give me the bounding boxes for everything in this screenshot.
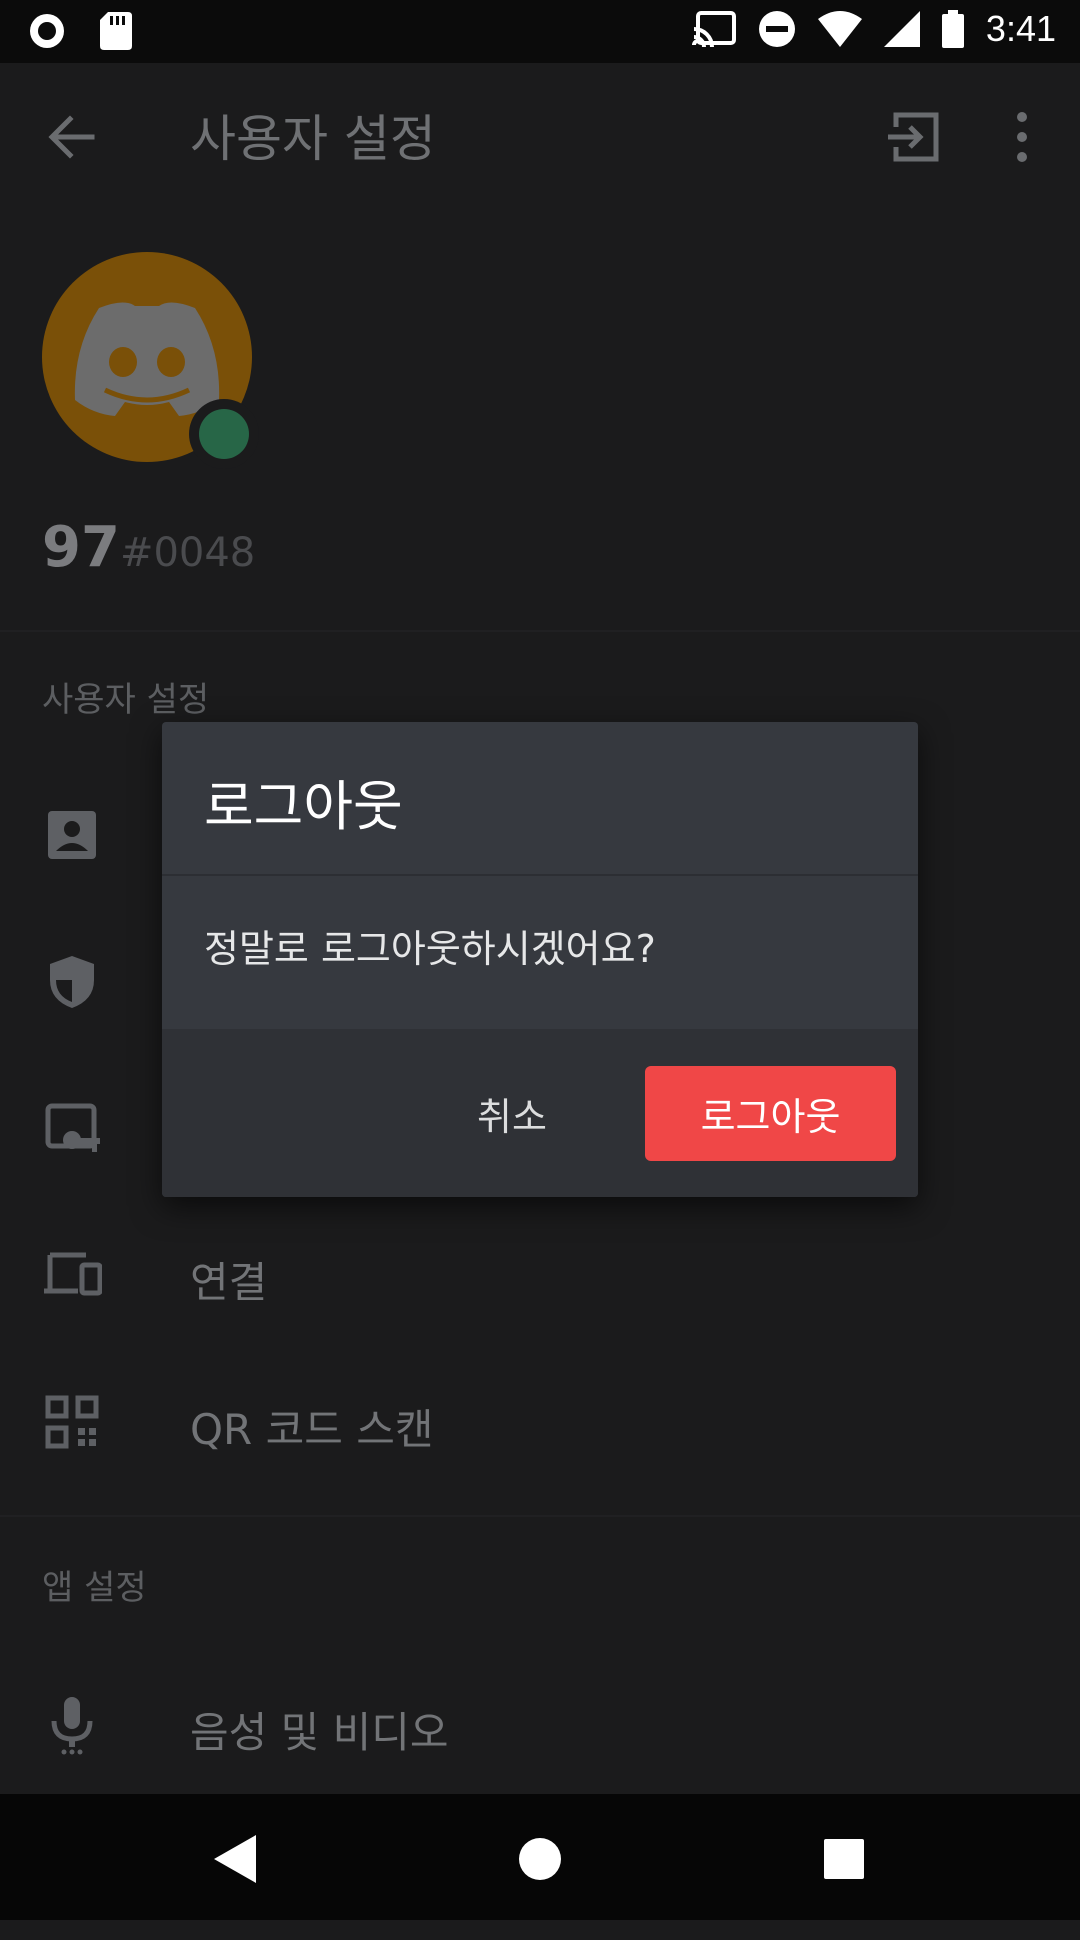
app-bar: 사용자 설정 [0, 63, 1080, 210]
battery-icon [941, 10, 964, 48]
cast-icon [691, 11, 736, 47]
back-triangle-icon [214, 1835, 256, 1883]
arrow-back-icon [48, 115, 95, 159]
nav-recents-button[interactable] [809, 1824, 879, 1894]
dialog-message: 정말로 로그아웃하시겠어요? [204, 927, 656, 971]
section-header-app-settings: 앱 설정 [42, 1568, 147, 1608]
more-options-button[interactable] [1000, 107, 1044, 167]
recents-square-icon [824, 1839, 864, 1879]
list-item-voice-video[interactable]: 음성 및 비디오 [0, 1655, 1080, 1795]
page-title: 사용자 설정 [190, 110, 436, 168]
home-circle-icon [519, 1838, 561, 1880]
qr-code-icon [45, 1395, 99, 1449]
more-vert-icon [1017, 112, 1027, 162]
list-item-connections[interactable]: 연결 [0, 1205, 1080, 1345]
list-item-qr-scan[interactable]: QR 코드 스캔 [0, 1352, 1080, 1492]
username-name: 97 [42, 515, 120, 580]
wifi-icon [817, 11, 862, 47]
section-divider [0, 1515, 1080, 1517]
username-discriminator: #0048 [119, 530, 256, 576]
system-nav-bar [0, 1794, 1080, 1920]
list-item-label: QR 코드 스캔 [190, 1405, 434, 1454]
section-divider [0, 630, 1080, 632]
username: 97#0048 [42, 515, 255, 580]
logout-icon [888, 112, 939, 162]
status-bar: 3:41 [0, 0, 1080, 63]
dialog-footer: 취소 로그아웃 [162, 1029, 918, 1197]
dialog-title: 로그아웃 [204, 775, 403, 838]
do-not-disturb-icon [758, 11, 795, 47]
logout-dialog: 로그아웃 정말로 로그아웃하시겠어요? 취소 로그아웃 [162, 722, 918, 1197]
microphone-icon [51, 1697, 93, 1755]
discord-logo-icon [74, 302, 220, 416]
nav-home-button[interactable] [505, 1824, 575, 1894]
logout-icon-button[interactable] [882, 107, 942, 167]
status-right-icons: 3:41 [691, 8, 1056, 50]
devices-icon [44, 1252, 102, 1296]
back-button[interactable] [42, 107, 102, 167]
section-header-user-settings: 사용자 설정 [42, 680, 210, 720]
shield-icon [50, 956, 94, 1008]
confirm-logout-button[interactable]: 로그아웃 [645, 1066, 896, 1161]
sd-card-icon [100, 12, 132, 50]
circle-record-icon [30, 14, 64, 48]
list-item-label: 음성 및 비디오 [190, 1708, 449, 1757]
dialog-divider [162, 874, 918, 876]
cancel-button[interactable]: 취소 [422, 1065, 602, 1161]
app-key-icon [45, 1103, 100, 1152]
status-left-icons [28, 12, 132, 50]
status-time: 3:41 [985, 8, 1056, 49]
list-item-label: 연결 [190, 1258, 268, 1307]
nav-back-button[interactable] [200, 1824, 270, 1894]
account-card-icon [48, 811, 96, 859]
online-status-indicator [189, 399, 259, 469]
signal-icon [883, 11, 920, 47]
